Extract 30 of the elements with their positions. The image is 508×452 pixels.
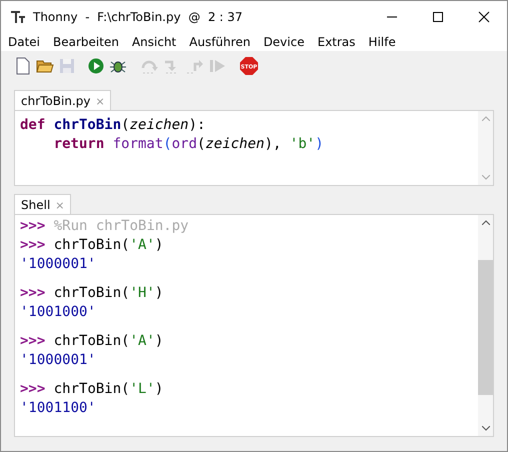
menu-item[interactable]: Datei: [8, 34, 40, 48]
scroll-down-icon[interactable]: [482, 426, 490, 431]
folder-icon[interactable]: [36, 58, 54, 74]
menu-item[interactable]: Bearbeiten: [53, 34, 119, 48]
shell-input-line: >>> chrToBin('H'): [20, 284, 164, 303]
app-logo-icon: [10, 8, 26, 24]
shell-output-line: '1001000': [20, 303, 97, 322]
shell-output-line: '1000001': [20, 255, 97, 274]
code-line: def chrToBin(zeichen):: [20, 116, 206, 135]
code-line: return format(ord(zeichen), 'b'): [52, 135, 325, 154]
editor-tab[interactable]: chrToBin.py ×: [14, 90, 111, 110]
shell-output-line: '1001100': [20, 399, 97, 418]
new-file-icon[interactable]: [15, 57, 31, 75]
menu-item[interactable]: Device: [263, 34, 304, 48]
shell-tab[interactable]: Shell ×: [14, 194, 70, 214]
window-title: Thonny - F:\chrToBin.py @ 2 : 37: [33, 10, 243, 24]
menu-item[interactable]: Ausführen: [189, 34, 250, 48]
shell-input-line: >>> chrToBin('A'): [20, 332, 164, 351]
run-icon[interactable]: [88, 58, 104, 74]
maximize-icon[interactable]: [432, 10, 444, 22]
shell-input-line: >>> chrToBin('L'): [20, 380, 164, 399]
scroll-up-icon[interactable]: [482, 220, 490, 225]
close-icon[interactable]: [478, 10, 490, 22]
menu-item[interactable]: Hilfe: [368, 34, 396, 48]
shell-input-line: >>> chrToBin('A'): [20, 236, 164, 255]
shell-output-line: '1000001': [20, 351, 97, 370]
menu-item[interactable]: Ansicht: [132, 34, 176, 48]
shell-input-line: >>> %Run chrToBin.py: [20, 217, 190, 236]
scrollbar-thumb[interactable]: [478, 260, 493, 395]
menu-item[interactable]: Extras: [317, 34, 356, 48]
